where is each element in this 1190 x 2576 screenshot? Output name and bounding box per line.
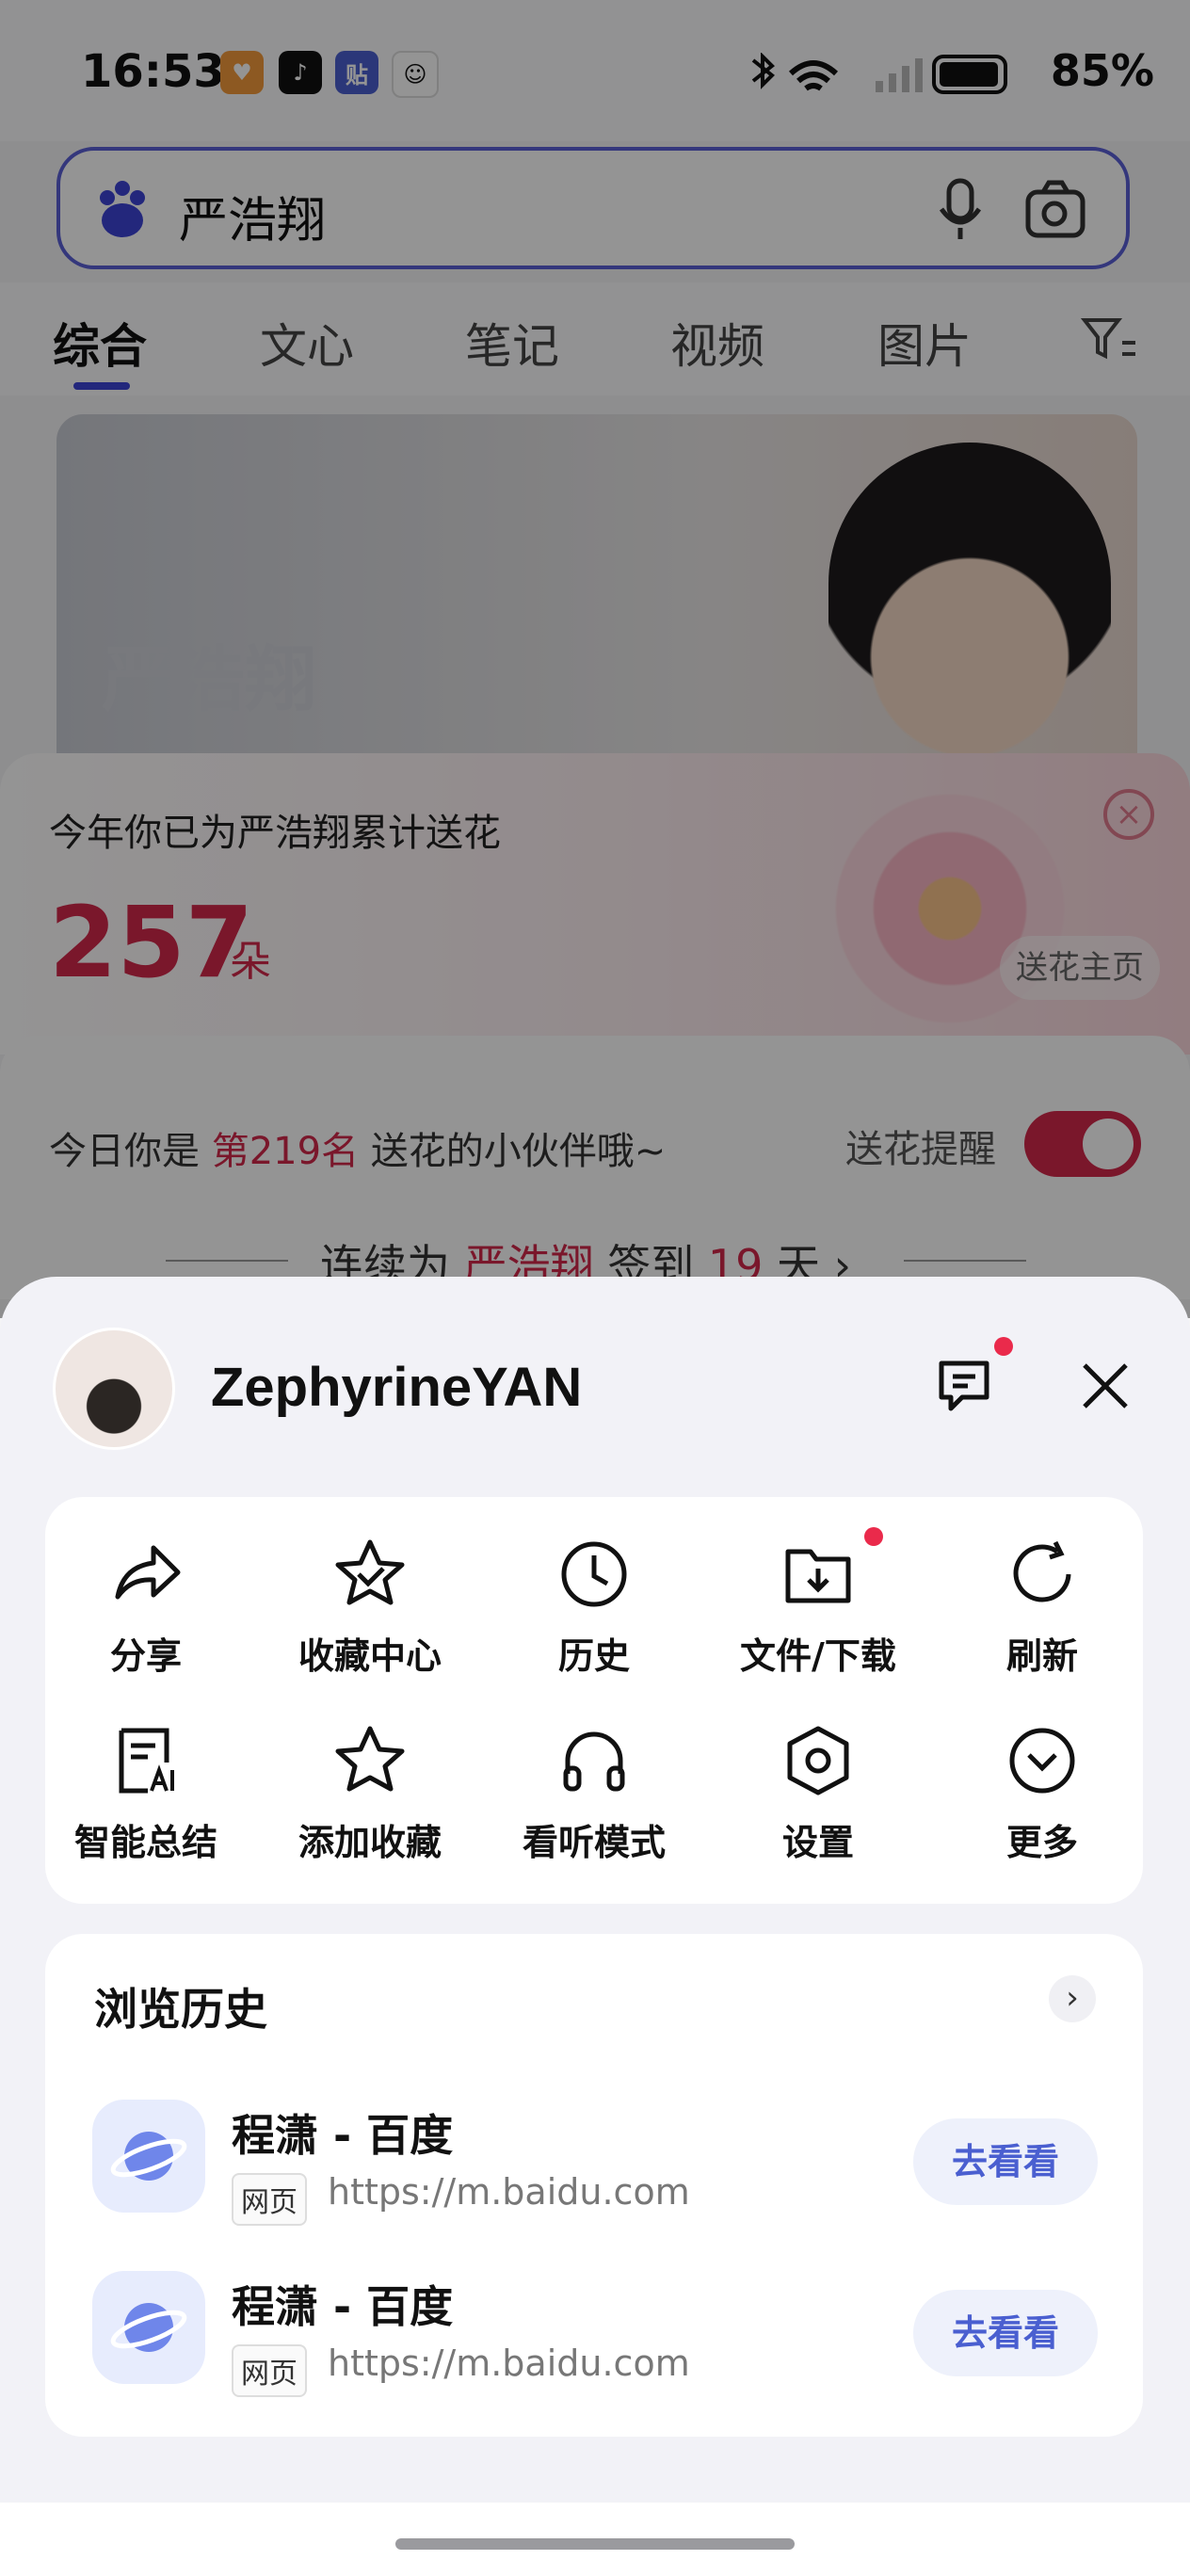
listen-mode-button[interactable]: 看听模式 bbox=[486, 1721, 702, 1865]
downloads-button[interactable]: 文件/下载 bbox=[710, 1535, 926, 1679]
notification-dot bbox=[864, 1527, 883, 1546]
history-item-name[interactable]: 程潇 - 百度 bbox=[232, 2101, 453, 2164]
go-view-button[interactable]: 去看看 bbox=[913, 2118, 1098, 2205]
action-label: 历史 bbox=[557, 1635, 630, 1677]
history-item-name[interactable]: 程潇 - 百度 bbox=[232, 2273, 453, 2335]
action-label: 文件/下载 bbox=[740, 1635, 896, 1677]
history-more-chevron-icon[interactable]: › bbox=[1049, 1975, 1096, 2022]
more-button[interactable]: 更多 bbox=[934, 1721, 1150, 1865]
avatar[interactable] bbox=[53, 1328, 175, 1450]
star-icon bbox=[335, 1726, 405, 1792]
history-item-url: https://m.baidu.com bbox=[328, 2343, 690, 2384]
history-item-url: https://m.baidu.com bbox=[328, 2171, 690, 2213]
history-clock-icon bbox=[561, 1541, 627, 1607]
notification-dot bbox=[994, 1337, 1013, 1356]
headphones-icon bbox=[563, 1731, 625, 1792]
favorites-center-button[interactable]: 收藏中心 bbox=[262, 1535, 478, 1679]
action-label: 更多 bbox=[1005, 1822, 1078, 1863]
share-button[interactable]: 分享 bbox=[38, 1535, 254, 1679]
ai-summary-icon bbox=[119, 1728, 174, 1794]
action-label: 智能总结 bbox=[73, 1822, 217, 1863]
favorites-center-icon bbox=[335, 1539, 405, 1605]
history-item-badge: 网页 bbox=[232, 2344, 307, 2397]
action-label: 看听模式 bbox=[522, 1822, 666, 1863]
go-view-button[interactable]: 去看看 bbox=[913, 2290, 1098, 2376]
share-icon bbox=[115, 1545, 181, 1600]
modal-overlay[interactable] bbox=[0, 0, 1190, 1318]
action-label: 设置 bbox=[781, 1822, 854, 1863]
action-label: 添加收藏 bbox=[298, 1822, 442, 1863]
username[interactable]: ZephyrineYAN bbox=[211, 1356, 582, 1419]
history-title: 浏览历史 bbox=[94, 1984, 267, 2035]
planet-icon bbox=[92, 2100, 205, 2213]
home-indicator[interactable] bbox=[395, 2538, 795, 2550]
more-chevron-icon bbox=[1009, 1728, 1075, 1794]
ai-summary-button[interactable]: 智能总结 bbox=[38, 1721, 254, 1865]
settings-hexagon-icon bbox=[787, 1726, 849, 1795]
message-icon[interactable] bbox=[934, 1356, 994, 1416]
refresh-button[interactable]: 刷新 bbox=[934, 1535, 1150, 1679]
action-label: 收藏中心 bbox=[298, 1635, 442, 1677]
settings-button[interactable]: 设置 bbox=[710, 1721, 926, 1865]
download-folder-icon bbox=[785, 1549, 851, 1603]
history-button[interactable]: 历史 bbox=[486, 1535, 702, 1679]
add-favorite-button[interactable]: 添加收藏 bbox=[262, 1721, 478, 1865]
refresh-icon bbox=[1013, 1540, 1071, 1602]
history-item-badge: 网页 bbox=[232, 2173, 307, 2226]
close-icon[interactable] bbox=[1075, 1356, 1135, 1416]
action-label: 分享 bbox=[109, 1635, 182, 1677]
action-label: 刷新 bbox=[1005, 1635, 1078, 1677]
planet-icon bbox=[92, 2271, 205, 2384]
